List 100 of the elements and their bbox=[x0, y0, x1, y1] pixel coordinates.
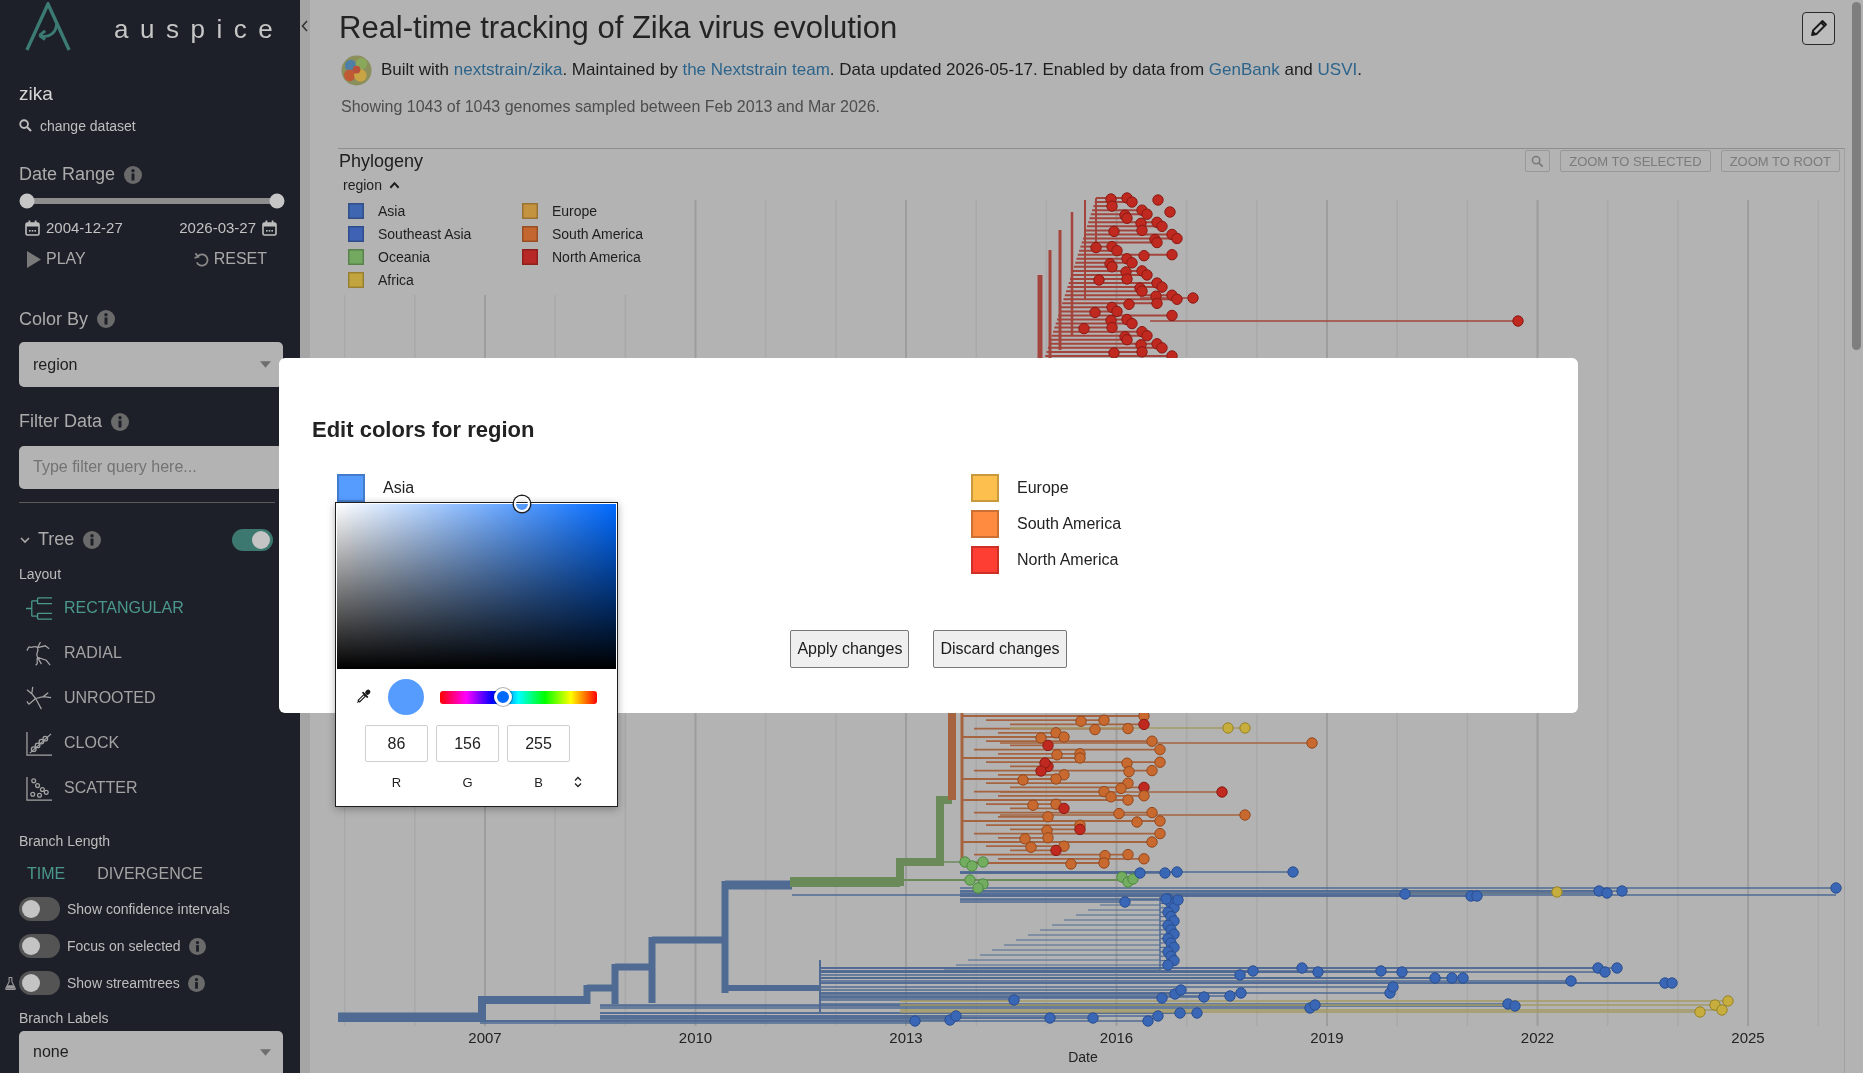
page-title: Real-time tracking of Zika virus evolution bbox=[339, 10, 898, 46]
legend-swatch[interactable] bbox=[522, 248, 538, 265]
logo-text[interactable]: auspice bbox=[114, 14, 285, 44]
branch-length-label: Branch Length bbox=[19, 832, 111, 849]
dialog-button[interactable]: Discard changes bbox=[933, 630, 1067, 668]
caret-icon bbox=[260, 361, 271, 369]
pencil-icon bbox=[1808, 18, 1829, 38]
up-down-arrows-icon[interactable] bbox=[574, 776, 582, 788]
legend-label[interactable]: South America bbox=[552, 225, 644, 242]
rectangular-layout-icon bbox=[25, 594, 54, 622]
legend-toggle[interactable]: region bbox=[343, 176, 400, 194]
eyedropper-icon[interactable] bbox=[354, 688, 372, 706]
reset-button[interactable]: RESET bbox=[193, 247, 267, 272]
legend-label[interactable]: Africa bbox=[378, 271, 414, 288]
axis-tick-label: 2007 bbox=[468, 1029, 502, 1046]
axis-tick-label: 2010 bbox=[678, 1029, 713, 1046]
legend-swatch[interactable] bbox=[348, 248, 364, 265]
legend-label[interactable]: Asia bbox=[378, 202, 406, 219]
play-button[interactable]: PLAY bbox=[27, 247, 86, 272]
region-label: Europe bbox=[1017, 479, 1069, 497]
toggle-switch[interactable] bbox=[19, 934, 60, 959]
channel-input[interactable]: 255 bbox=[507, 725, 570, 762]
scatter-layout-icon bbox=[25, 774, 54, 802]
logo-icon[interactable] bbox=[24, 2, 72, 52]
slider-handle[interactable] bbox=[269, 193, 284, 209]
info-icon[interactable] bbox=[187, 974, 205, 992]
chevron-icon[interactable] bbox=[20, 534, 30, 545]
legend-label[interactable]: Oceania bbox=[378, 248, 431, 265]
toggle-switch[interactable] bbox=[19, 897, 60, 922]
legend-swatch[interactable] bbox=[348, 225, 364, 242]
color-swatch[interactable] bbox=[971, 474, 999, 502]
scrollbar-thumb[interactable] bbox=[1852, 2, 1861, 350]
axis-tick-label: 2025 bbox=[1731, 1029, 1765, 1046]
section-title: Color By bbox=[19, 308, 89, 330]
color-swatch[interactable] bbox=[971, 510, 999, 538]
dataset-name: zika bbox=[19, 82, 53, 104]
caret-icon bbox=[260, 1048, 271, 1056]
date-range-slider[interactable] bbox=[19, 192, 284, 209]
info-icon[interactable] bbox=[124, 165, 143, 184]
branch-length-option[interactable]: TIME bbox=[27, 861, 66, 886]
channel-input[interactable]: 86 bbox=[365, 725, 428, 762]
axis-title: Date bbox=[1068, 1049, 1098, 1065]
magnifier-icon bbox=[1531, 154, 1545, 168]
calendar-icon[interactable] bbox=[25, 219, 40, 236]
unrooted-layout-icon bbox=[25, 684, 54, 712]
slider-thumb[interactable] bbox=[493, 688, 512, 706]
toggle-label: Show confidence intervals bbox=[67, 901, 230, 918]
hue-slider[interactable] bbox=[440, 690, 597, 704]
legend-swatch[interactable] bbox=[348, 271, 364, 288]
byline-text: Built with nextstrain/zika. Maintained by the Nextstrain team. Data updated 2026-05-17. Enabled by data from GenBank and USVI. bbox=[381, 60, 1362, 80]
channel-input[interactable]: 156 bbox=[436, 725, 499, 762]
sidebar-toggle-button[interactable] bbox=[300, 18, 310, 34]
start-date[interactable]: 2004-12-27 bbox=[46, 219, 123, 236]
branch-length-option[interactable]: DIVERGENCE bbox=[97, 861, 203, 886]
section-title: Date Range bbox=[19, 164, 116, 186]
slider-handle[interactable] bbox=[19, 193, 34, 209]
legend-label[interactable]: North America bbox=[552, 248, 641, 265]
color-picker-handle[interactable] bbox=[513, 496, 530, 512]
branch-labels-label: Branch Labels bbox=[19, 1010, 109, 1027]
legend-swatch[interactable] bbox=[522, 202, 538, 219]
channel-label: B bbox=[533, 774, 544, 790]
info-icon[interactable] bbox=[188, 937, 206, 955]
edit-button[interactable] bbox=[1802, 11, 1835, 45]
layout-option[interactable]: UNROOTED bbox=[19, 675, 156, 721]
summary-text: Showing 1043 of 1043 genomes sampled between Feb 2013 and Mar 2026. bbox=[341, 98, 881, 115]
color-swatch[interactable] bbox=[971, 546, 999, 574]
layout-option[interactable]: RADIAL bbox=[19, 630, 122, 676]
axis-tick-label: 2022 bbox=[1520, 1029, 1555, 1046]
toggle-label: Show streamtrees bbox=[67, 975, 180, 992]
calendar-icon[interactable] bbox=[262, 219, 277, 236]
layout-option[interactable]: RECTANGULAR bbox=[19, 585, 184, 631]
caret-icon bbox=[388, 181, 400, 189]
undo-icon bbox=[193, 251, 209, 267]
axis-tick-label: 2013 bbox=[889, 1029, 923, 1046]
section-title: Tree bbox=[38, 529, 75, 551]
color-by-select[interactable]: region bbox=[19, 342, 283, 388]
logo-icon bbox=[341, 54, 372, 86]
layout-option[interactable]: CLOCK bbox=[19, 720, 120, 766]
layout-label: Layout bbox=[19, 565, 62, 582]
region-label: South America bbox=[1017, 515, 1122, 533]
info-icon[interactable] bbox=[111, 412, 130, 431]
legend-label[interactable]: Europe bbox=[552, 202, 598, 219]
color-swatch[interactable] bbox=[337, 474, 365, 502]
dialog-button[interactable]: Apply changes bbox=[790, 630, 910, 668]
search-icon[interactable] bbox=[19, 119, 32, 133]
end-date[interactable]: 2026-03-27 bbox=[179, 219, 256, 236]
channel-label: R bbox=[390, 774, 403, 790]
legend-swatch[interactable] bbox=[348, 202, 364, 219]
layout-option[interactable]: SCATTER bbox=[19, 765, 138, 811]
legend-swatch[interactable] bbox=[522, 225, 538, 242]
axis-tick-label: 2019 bbox=[1310, 1029, 1344, 1046]
axis-tick-label: 2016 bbox=[1099, 1029, 1134, 1046]
region-label: North America bbox=[1017, 551, 1119, 569]
change-dataset-link[interactable]: change dataset bbox=[40, 117, 136, 134]
toggle-switch[interactable] bbox=[19, 971, 60, 996]
branch-labels-select[interactable]: none bbox=[19, 1031, 283, 1073]
info-icon[interactable] bbox=[97, 310, 116, 329]
info-icon[interactable] bbox=[83, 530, 102, 549]
toggle-switch[interactable] bbox=[232, 528, 273, 551]
legend-label[interactable]: Southeast Asia bbox=[378, 225, 472, 242]
